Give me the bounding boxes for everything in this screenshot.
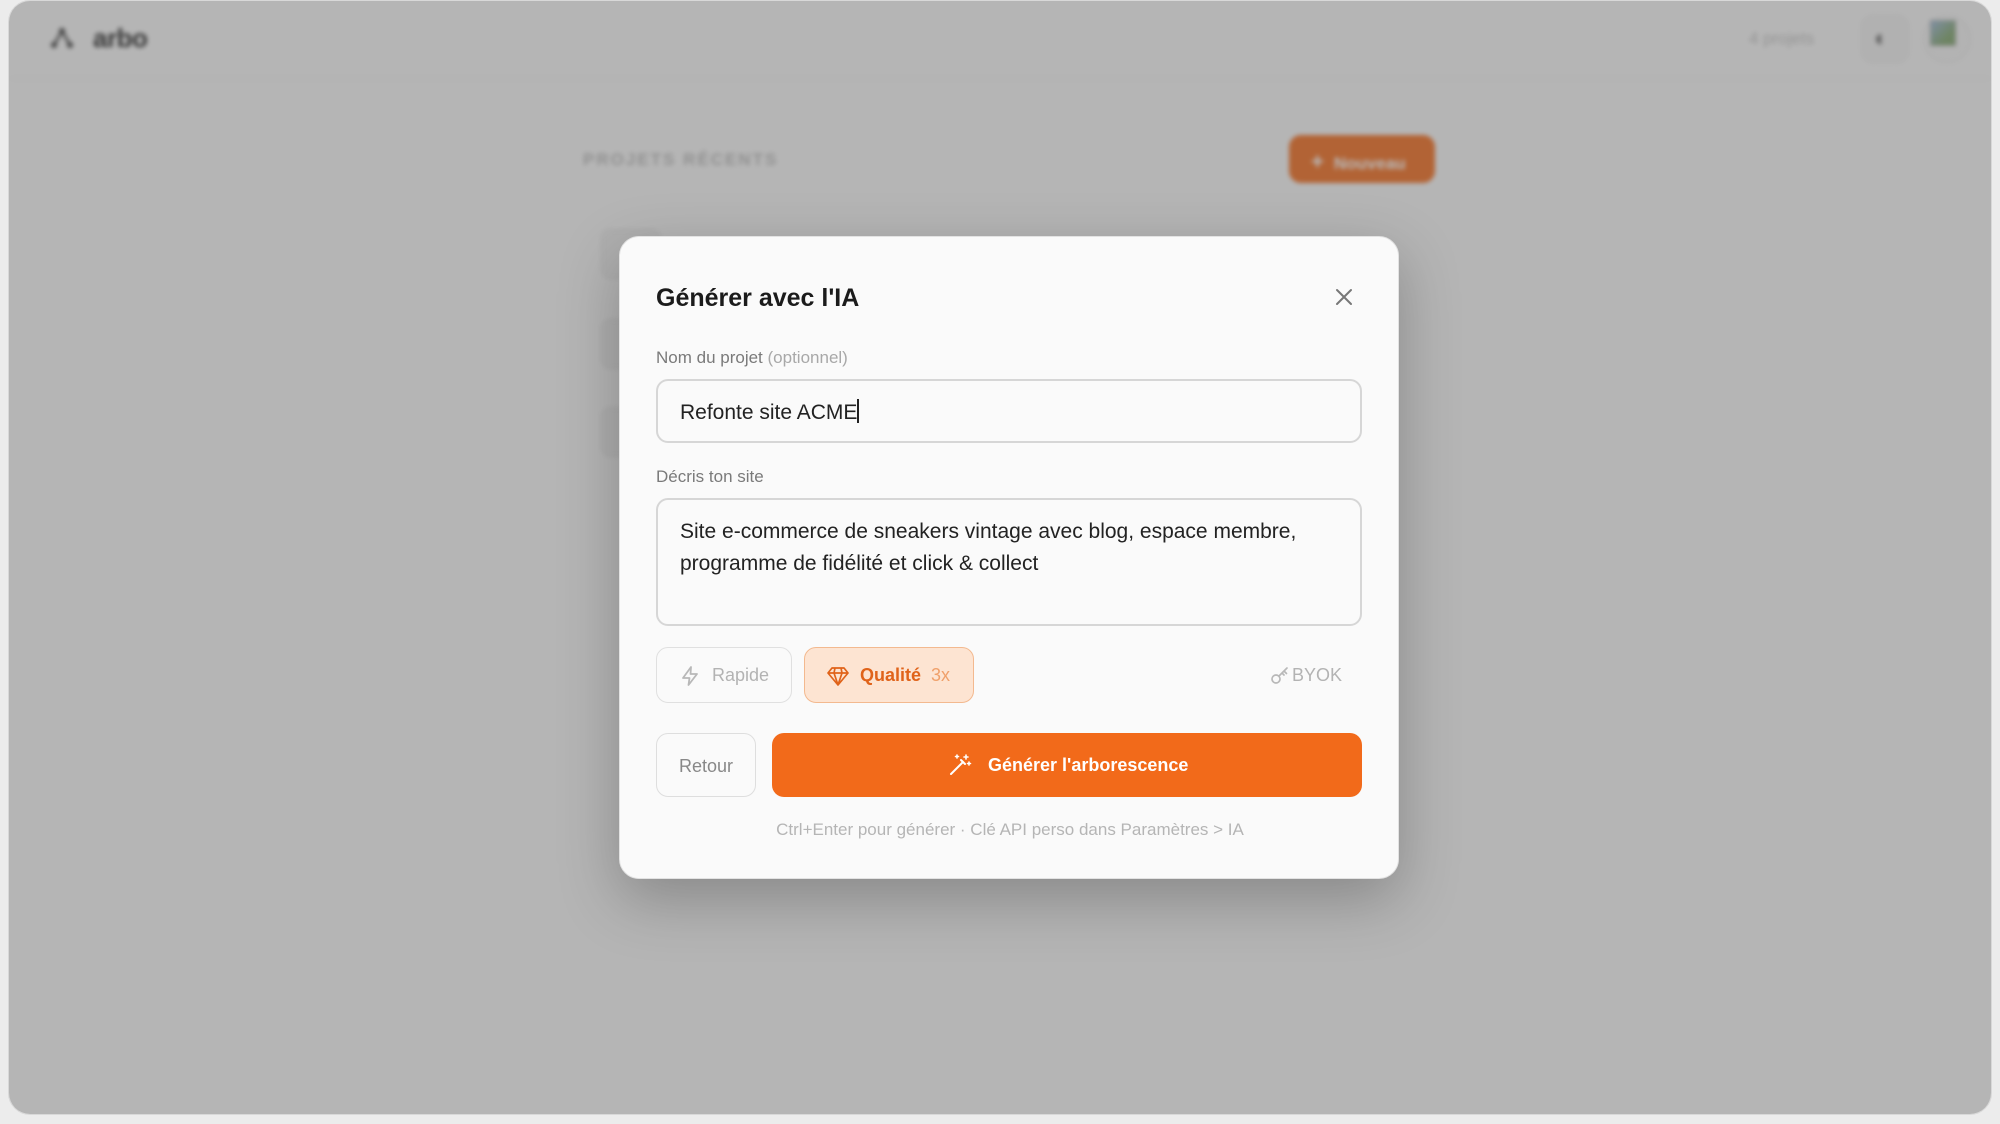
dialog-title: Générer avec l'IA <box>656 284 860 312</box>
mode-fast-label: Rapide <box>712 665 770 685</box>
generate-ai-dialog: Générer avec l'IA Nom du projet (optionn… <box>619 236 1399 879</box>
description-value: Site e-commerce de sneakers vintage avec… <box>680 520 1297 575</box>
diamond-icon <box>827 667 849 686</box>
keyboard-hint: Ctrl+Enter pour générer · Clé API perso … <box>776 820 1244 839</box>
mode-fast-button[interactable]: Rapide <box>656 647 792 703</box>
lightning-icon <box>682 666 698 686</box>
project-name-value: Refonte site ACME <box>680 401 858 424</box>
magic-wand-icon <box>950 754 972 775</box>
project-name-label-text: Nom du projet <box>656 348 763 367</box>
app-window: arbo 4 projets ◐ PROJETS RÉCENTS + Nouvea… <box>8 0 1992 1115</box>
optional-hint: (optionnel) <box>767 348 848 367</box>
mode-quality-button[interactable]: Qualité 3x <box>804 647 974 703</box>
generate-tree-label: Générer l'arborescence <box>988 755 1189 775</box>
back-button[interactable]: Retour <box>656 733 756 797</box>
byok-label: BYOK <box>1292 665 1343 685</box>
description-label: Décris ton site <box>656 467 764 486</box>
project-name-label: Nom du projet (optionnel) <box>656 348 848 368</box>
mode-quality-label: Qualité <box>860 665 922 685</box>
close-button[interactable] <box>1324 277 1364 317</box>
close-icon <box>1336 289 1352 305</box>
key-icon <box>1271 667 1288 684</box>
generate-tree-button[interactable]: Générer l'arborescence <box>772 733 1362 797</box>
project-name-input[interactable]: Refonte site ACME <box>656 379 1362 443</box>
text-caret <box>857 399 859 423</box>
mode-quality-multiplier: 3x <box>931 665 951 685</box>
description-textarea[interactable]: Site e-commerce de sneakers vintage avec… <box>656 498 1362 626</box>
